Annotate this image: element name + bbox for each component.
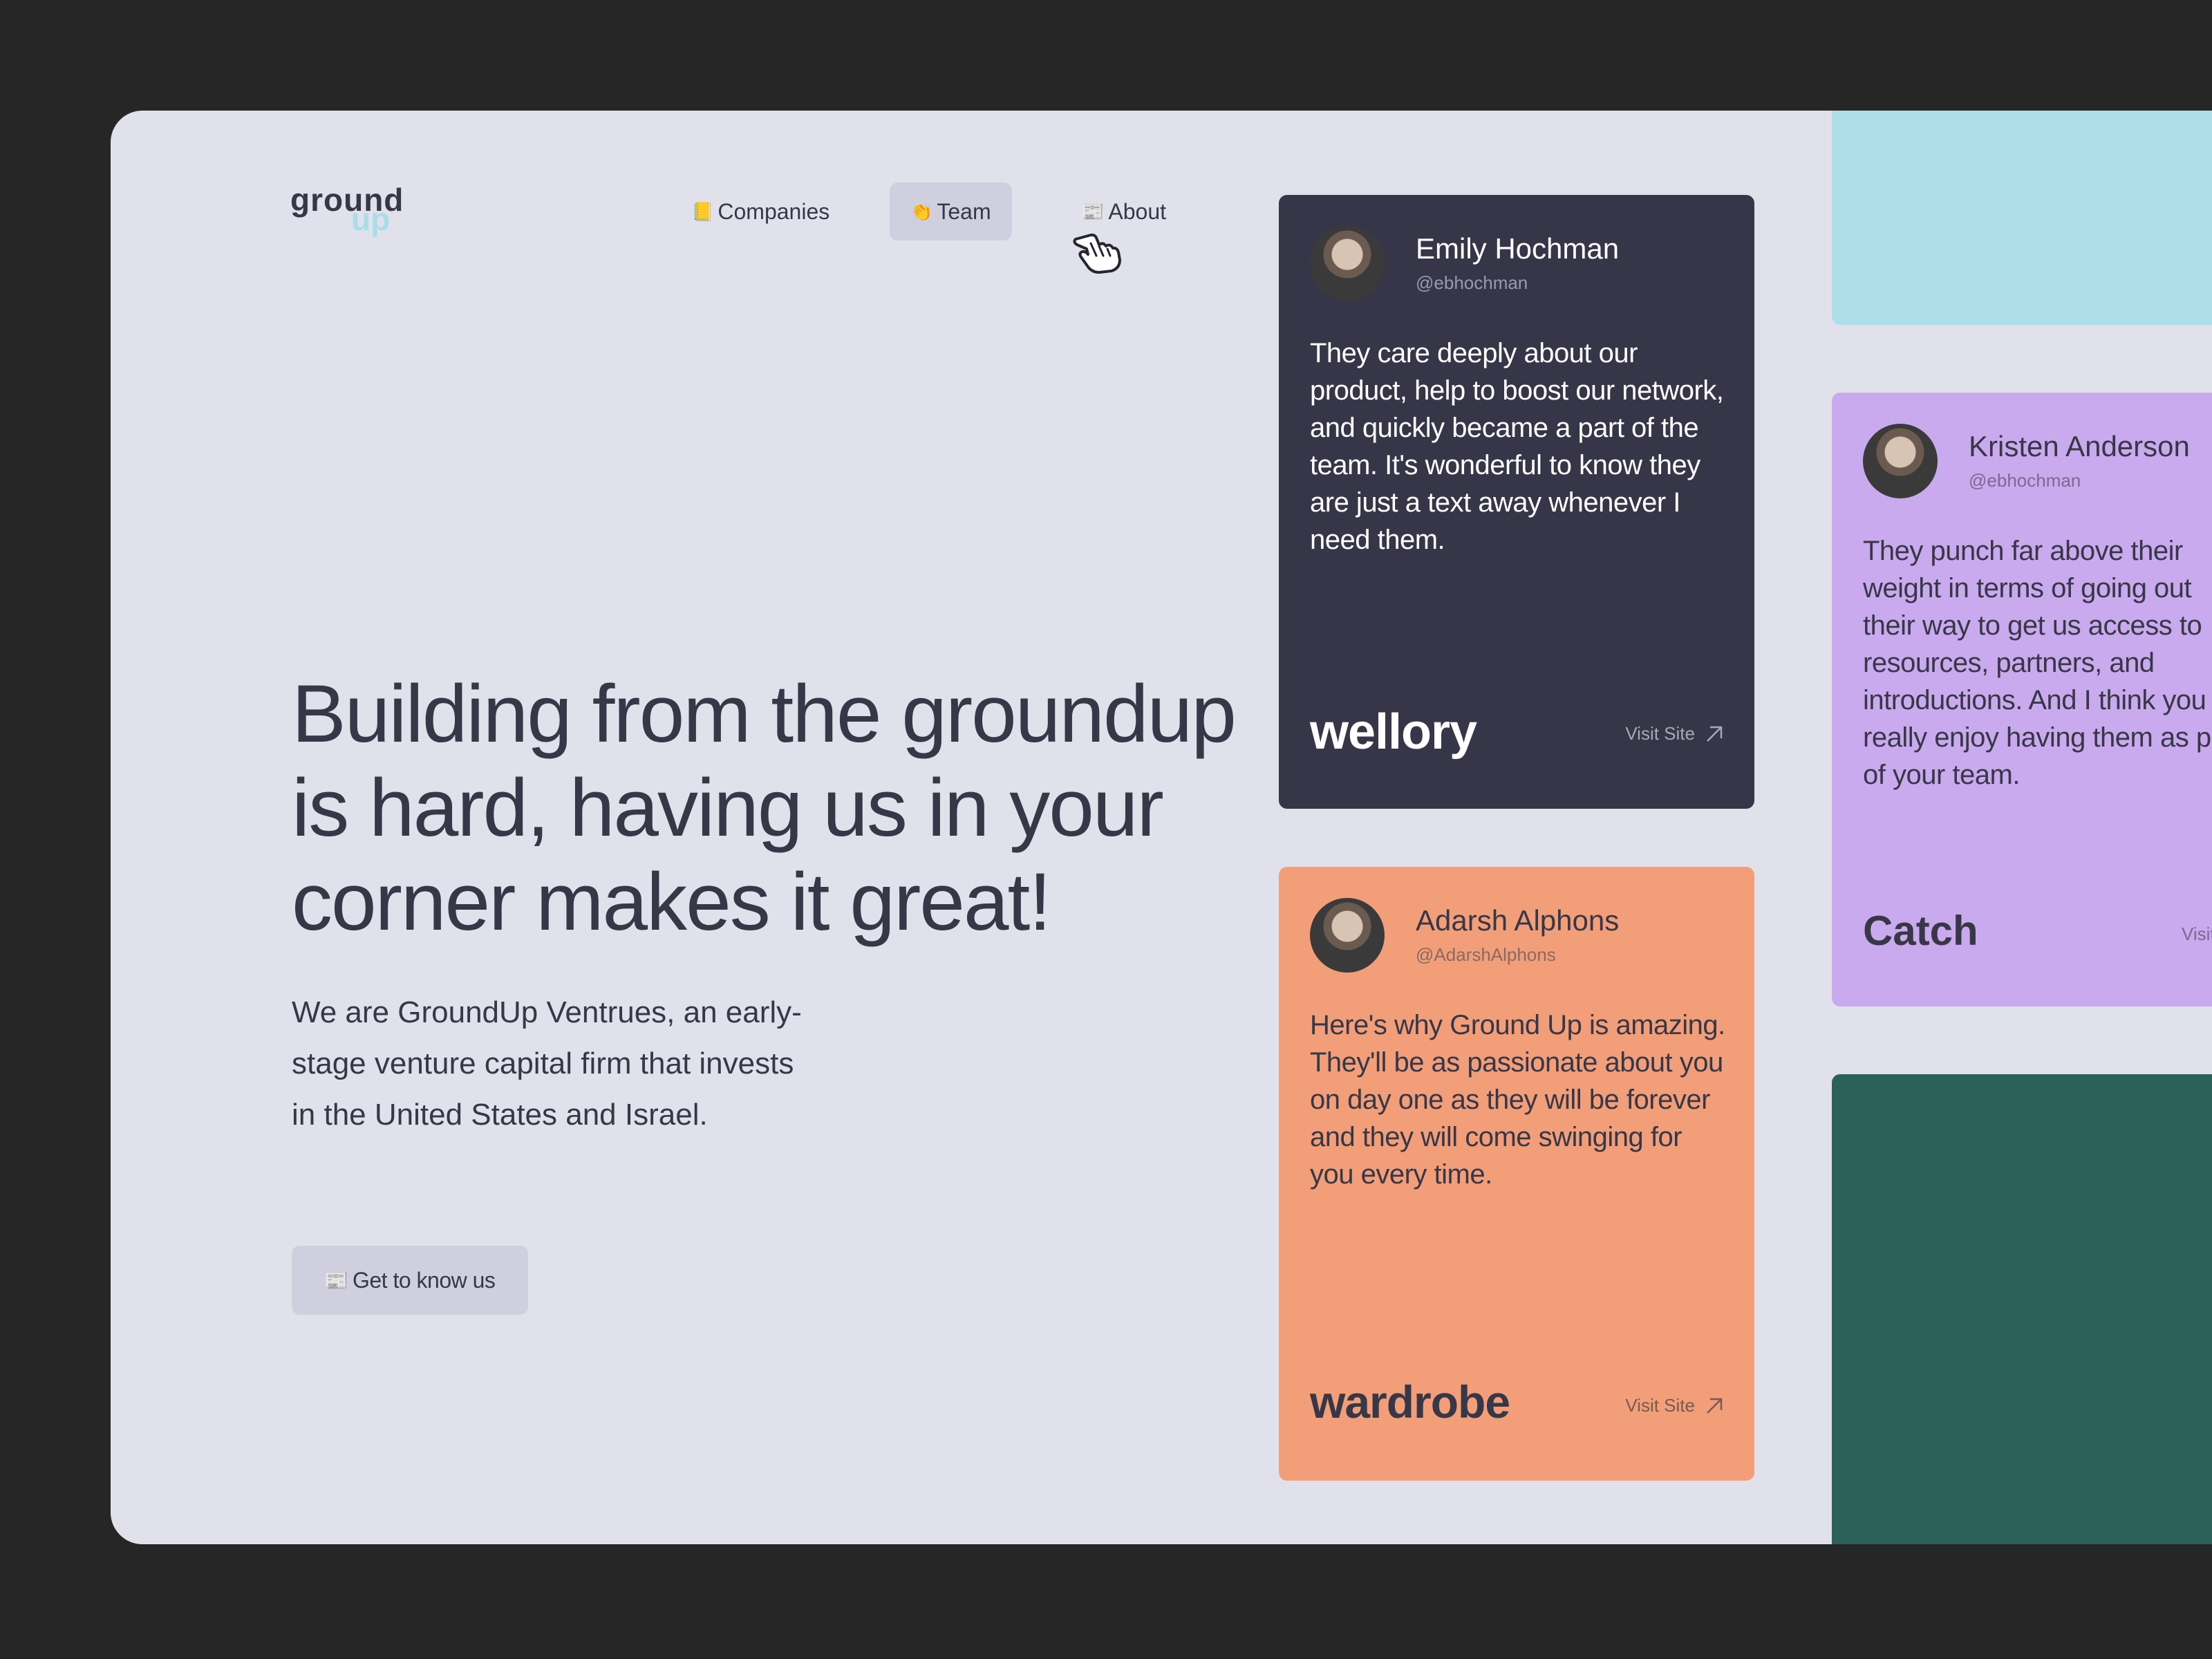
avatar [1310, 226, 1385, 301]
testimonial-card-cyan [1832, 111, 2212, 325]
avatar [1863, 424, 1938, 498]
newspaper-icon: 📰 [324, 1269, 349, 1291]
nav-companies-label: Companies [718, 198, 830, 224]
groundup-logo[interactable]: ground up [290, 184, 403, 239]
visit-site-label: Visit Site [1625, 1395, 1695, 1416]
testimonial-handle: @ebhochman [1416, 272, 1528, 293]
testimonial-name: Kristen Anderson [1969, 430, 2190, 462]
quote-line: their way to get us access to [1863, 610, 2202, 641]
get-to-know-us-button[interactable]: 📰 Get to know us [292, 1246, 528, 1315]
company-logo-catch: Catch [1863, 908, 1978, 954]
quote-line: resources, partners, and [1863, 648, 2155, 678]
clapping-hands-icon: 👏 [910, 200, 933, 222]
testimonial-name: Adarsh Alphons [1416, 904, 1620, 937]
visit-site-link[interactable]: Visit Site [1625, 723, 1724, 744]
testimonial-quote: Here's why Ground Up is amazing. They'll… [1310, 1010, 1725, 1190]
testimonial-quote: They punch far above their weight in ter… [1863, 532, 2212, 794]
testimonial-card-adarsh: Adarsh Alphons @AdarshAlphons Here's why… [1279, 867, 1754, 1481]
testimonial-quote: They care deeply about our product, help… [1310, 338, 1724, 555]
testimonial-handle: @ebhochman [1969, 470, 2081, 491]
nav-companies[interactable]: 📒 Companies [671, 182, 850, 241]
arrow-up-right-icon [1707, 726, 1723, 742]
visit-site-label: Visit [2182, 924, 2212, 944]
quote-line: introductions. And I think you [1863, 685, 2206, 715]
testimonial-name: Emily Hochman [1416, 232, 1620, 265]
nav-team[interactable]: 👏 Team [890, 182, 1012, 241]
quote-line: of your team. [1863, 760, 2020, 790]
visit-site-label: Visit Site [1625, 723, 1695, 744]
hero-description: We are GroundUp Ventrues, an early-stage… [292, 995, 802, 1132]
arrow-up-right-icon [1707, 1398, 1723, 1414]
nav-team-label: Team [937, 198, 991, 224]
testimonial-card-kristen: Kristen Anderson @ebhochman They punch f… [1832, 393, 2212, 1006]
app-frame: ground up 📒 Companies 👏 Team 📰 About Bui… [111, 111, 2212, 1544]
company-logo-wellory: wellory [1310, 704, 1477, 760]
avatar [1310, 898, 1385, 973]
notebook-icon: 📒 [691, 200, 714, 222]
quote-line: really enjoy having them as p [1863, 722, 2211, 753]
visit-site-link[interactable]: Visit Site [1625, 1395, 1724, 1416]
hero-headline: Building from the groundup is hard, havi… [292, 668, 1237, 948]
company-logo-wardrobe: wardrobe [1310, 1376, 1510, 1427]
logo-text-up: up [351, 201, 391, 237]
cta-label: Get to know us [352, 1267, 496, 1293]
nav-about-label: About [1108, 198, 1166, 224]
quote-line: They punch far above their [1863, 536, 2183, 566]
newspaper-icon: 📰 [1082, 200, 1105, 222]
testimonial-card-emily: Emily Hochman @ebhochman They care deepl… [1279, 195, 1754, 809]
visit-site-link[interactable]: Visit [2182, 924, 2212, 945]
testimonial-handle: @AdarshAlphons [1416, 944, 1556, 965]
quote-line: weight in terms of going out [1863, 573, 2192, 603]
hand-pointer-cursor-icon [1073, 233, 1121, 274]
testimonial-card-green [1832, 1074, 2212, 1544]
